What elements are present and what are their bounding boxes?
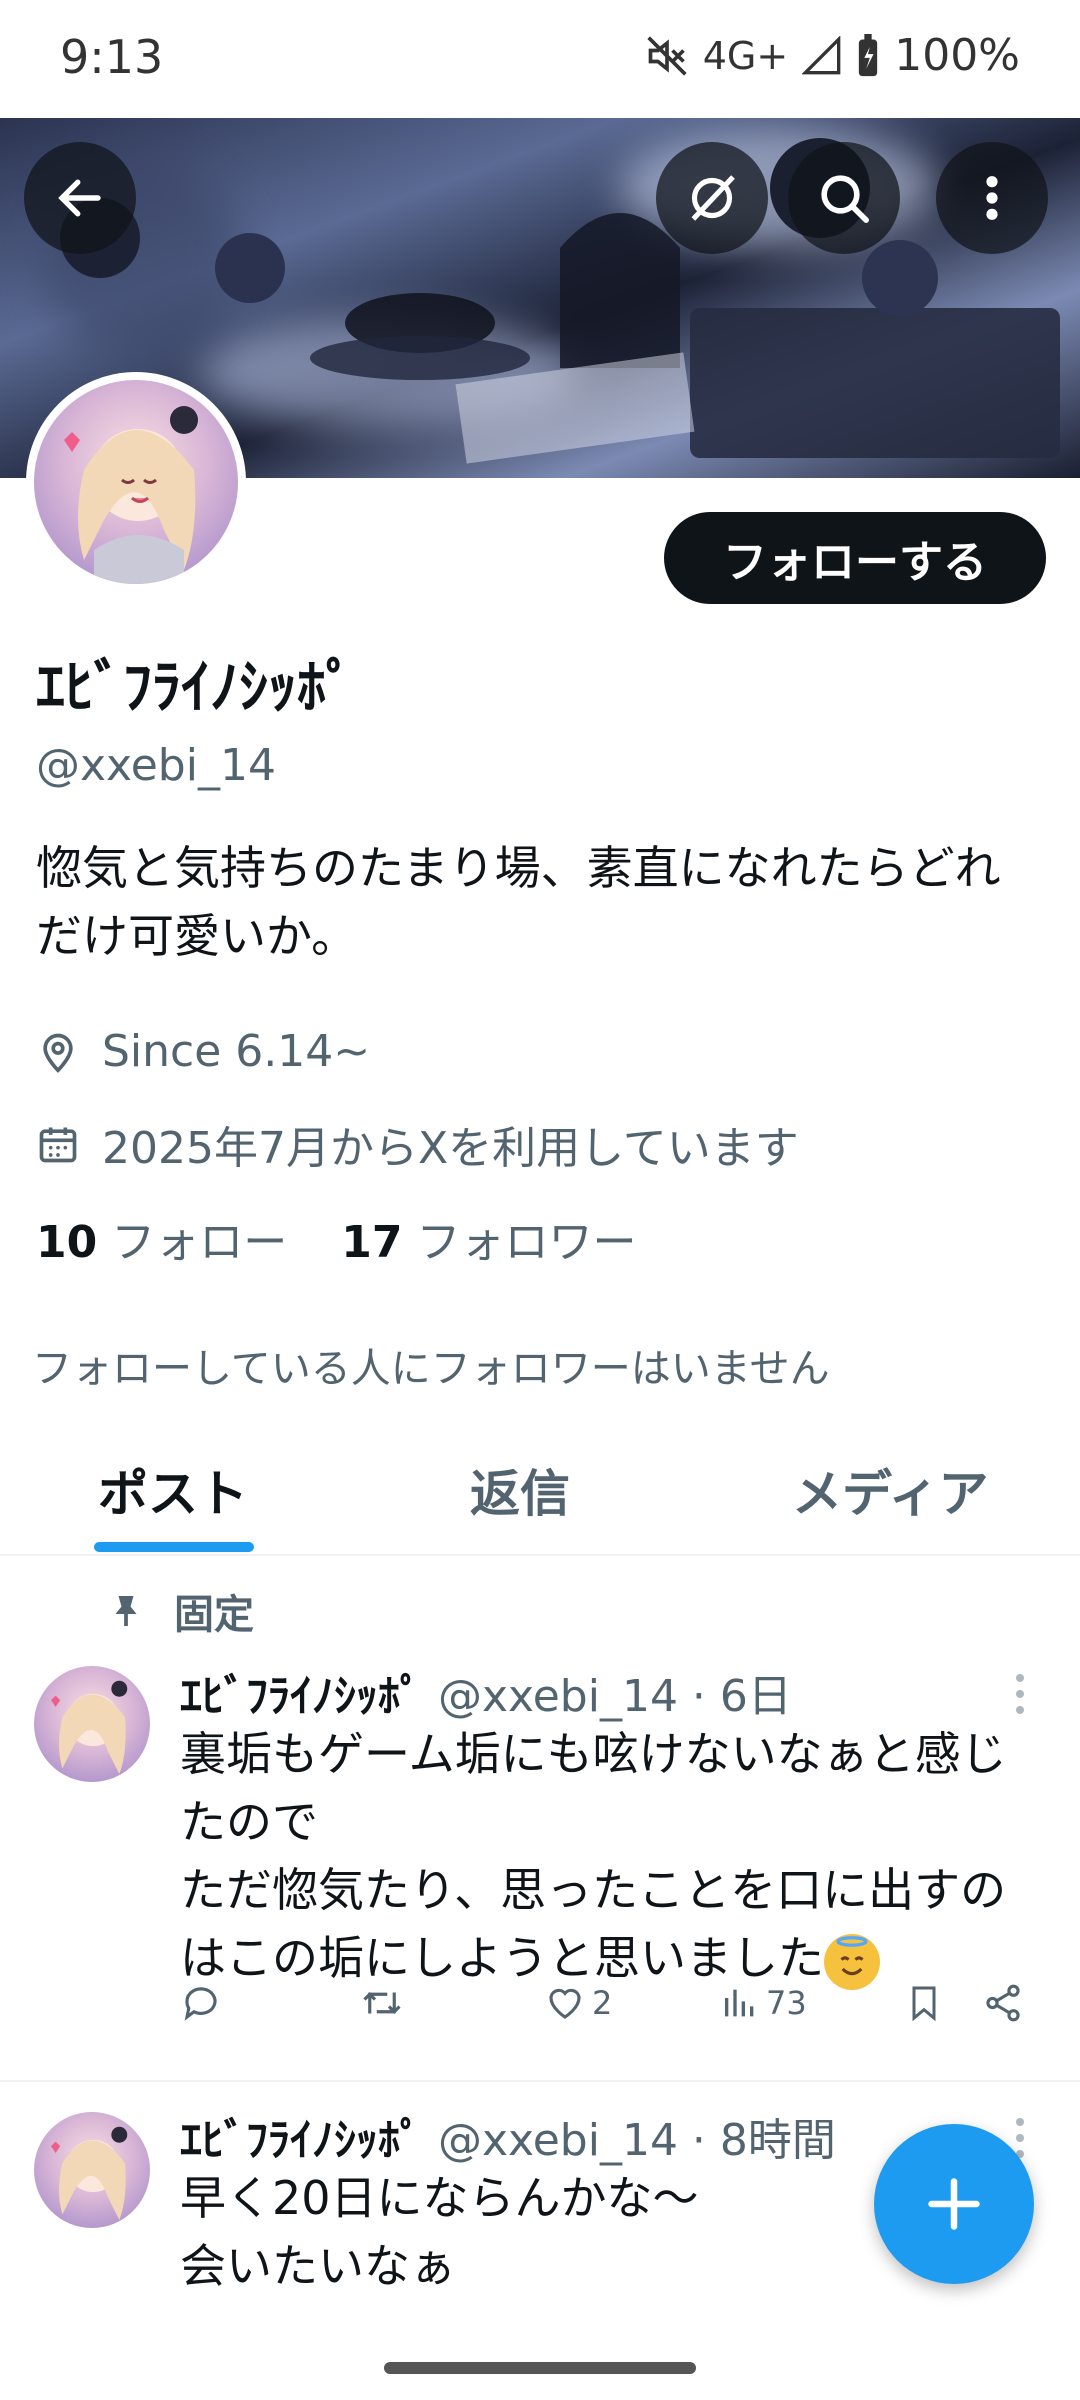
post-more-button[interactable] [1010, 1674, 1030, 1722]
plus-icon [928, 2178, 980, 2230]
location-row: Since 6.14~ [36, 1026, 370, 1077]
following-link[interactable]: 10 フォロー [36, 1206, 287, 1270]
active-tab-indicator [94, 1542, 254, 1552]
tab-media[interactable]: メディア [792, 1454, 989, 1526]
tab-posts[interactable]: ポスト [98, 1454, 248, 1526]
following-label: フォロー [111, 1217, 288, 1268]
repost-icon [363, 1992, 401, 2014]
location-pin-icon [43, 1033, 73, 1073]
post-text-line: ただ惚気たり、思ったことを口に出すのはこの垢にしようと思いました [180, 1856, 1030, 1992]
pinned-label: 固定 [108, 1582, 254, 1640]
like-count: 2 [592, 1984, 613, 2022]
battery-percent: 100% [894, 30, 1020, 81]
status-icons: 4G+ 100% [645, 30, 1020, 81]
followers-link[interactable]: 17 フォロワー [341, 1206, 636, 1270]
pin-icon [115, 1596, 137, 1626]
post-author-name[interactable]: ｴﾋﾞﾌﾗｲﾉｼｯﾎﾟ [180, 1671, 422, 1722]
profile-avatar[interactable] [26, 372, 246, 592]
post-header: ｴﾋﾞﾌﾗｲﾉｼｯﾎﾟ @xxebi_14 · 8時間 [180, 2104, 836, 2168]
network-type: 4G+ [702, 33, 789, 78]
more-vertical-icon [986, 176, 998, 220]
joined-row: 2025年7月からXを利用しています [36, 1112, 799, 1176]
compose-post-button[interactable] [874, 2124, 1034, 2284]
post-avatar[interactable] [34, 1666, 150, 1782]
calendar-icon [39, 1127, 77, 1163]
follow-button[interactable]: フォローする [664, 512, 1046, 604]
search-icon [821, 175, 869, 223]
views-chart-icon [725, 1989, 754, 2017]
signal-icon [802, 35, 842, 76]
more-options-button[interactable] [936, 142, 1048, 254]
status-bar: 9:13 4G+ 100% [0, 0, 1080, 118]
view-count: 73 [766, 1984, 807, 2022]
post-actions: 2 73 [180, 1982, 1030, 2042]
post-meta: @xxebi_14 · 8時間 [438, 2115, 836, 2166]
post-avatar[interactable] [34, 2112, 150, 2228]
views-button[interactable]: 73 [720, 1982, 807, 2024]
status-time: 9:13 [60, 30, 164, 84]
heart-icon [549, 1988, 581, 2019]
mute-icon [645, 34, 689, 78]
post-divider [0, 2080, 1080, 2082]
avatar-illustration [51, 1680, 128, 1775]
back-button[interactable] [24, 142, 136, 254]
post-text: 裏垢もゲーム垢にも呟けないなぁと感じたので ただ惚気たり、思ったことを口に出すの… [180, 1720, 1030, 1992]
reply-button[interactable] [180, 1982, 222, 2024]
follow-counts: 10 フォロー 17 フォロワー [36, 1206, 636, 1270]
share-button[interactable] [982, 1982, 1024, 2024]
home-indicator[interactable] [384, 2362, 696, 2374]
bookmark-icon [912, 1986, 936, 2022]
grok-icon [691, 175, 735, 221]
followers-label: フォロワー [416, 1217, 637, 1268]
mutual-followers-note: フォローしている人にフォロワーはいません [32, 1346, 830, 1392]
tab-replies[interactable]: 返信 [470, 1454, 570, 1526]
profile-tabs: ポスト 返信 メディア [0, 1418, 1080, 1556]
search-button[interactable] [788, 142, 900, 254]
post-meta: @xxebi_14 · 6日 [438, 1671, 792, 1722]
post-text-line: 裏垢もゲーム垢にも呟けないなぁと感じたので [180, 1727, 1007, 1849]
location-text: Since 6.14~ [102, 1026, 371, 1077]
following-count: 10 [36, 1217, 98, 1268]
display-name: ｴﾋﾞﾌﾗｲﾉｼｯﾎﾟ [36, 653, 356, 721]
joined-text: 2025年7月からXを利用しています [102, 1123, 799, 1174]
battery-icon [856, 33, 880, 78]
profile-handle: @xxebi_14 [36, 740, 276, 791]
pinned-text: 固定 [174, 1592, 254, 1638]
repost-button[interactable] [358, 1982, 406, 2024]
avatar-illustration [51, 2126, 128, 2221]
avatar-illustration [64, 406, 198, 584]
profile-bio: 惚気と気持ちのたまり場、素直になれたらどれだけ可愛いか。 [36, 841, 1001, 963]
arrow-left-icon [58, 179, 101, 217]
reply-icon [184, 1987, 217, 2021]
post-header: ｴﾋﾞﾌﾗｲﾉｼｯﾎﾟ @xxebi_14 · 6日 [180, 1660, 792, 1724]
post-author-name[interactable]: ｴﾋﾞﾌﾗｲﾉｼｯﾎﾟ [180, 2115, 422, 2166]
bookmark-button[interactable] [904, 1982, 944, 2024]
share-icon [986, 1984, 1020, 2022]
grok-button[interactable] [656, 142, 768, 254]
followers-count: 17 [341, 1217, 403, 1268]
like-button[interactable]: 2 [544, 1982, 612, 2024]
